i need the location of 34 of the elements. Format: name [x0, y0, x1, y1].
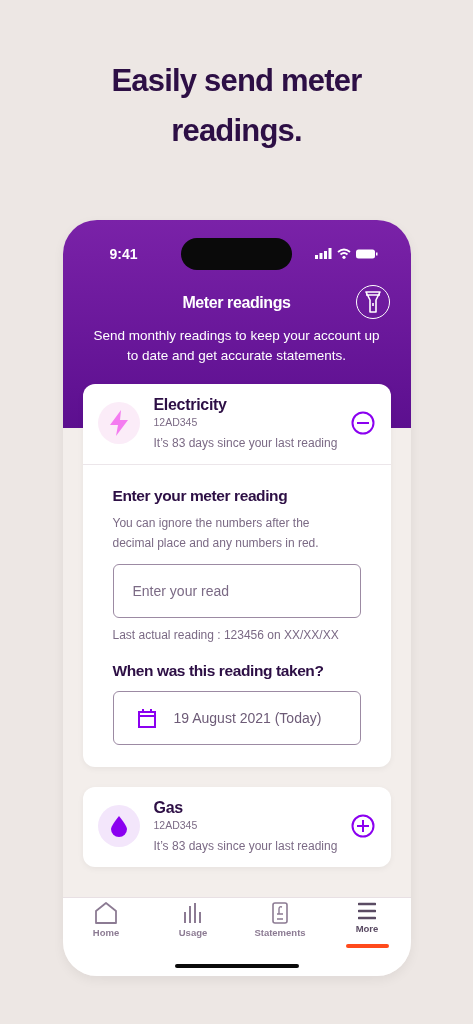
date-field[interactable]: 19 August 2021 (Today)	[112, 691, 361, 745]
last-reading-note: It’s 83 days since your last reading	[153, 436, 339, 450]
tab[interactable]: Statements	[236, 898, 324, 948]
meter-name: Gas	[153, 799, 184, 817]
wifi-icon	[336, 248, 351, 259]
bar-chart-icon	[183, 902, 203, 924]
torch-icon	[364, 291, 381, 313]
lightning-icon	[108, 410, 129, 436]
expand-button[interactable]	[350, 814, 375, 838]
headline: Easily send meter readings.	[110, 62, 363, 150]
menu-icon	[358, 902, 376, 920]
tab[interactable]: Home	[62, 898, 150, 948]
meter-id: 12AD345	[153, 819, 199, 831]
tab[interactable]: More	[323, 898, 411, 948]
battery-icon	[355, 248, 378, 259]
home-icon	[94, 902, 118, 924]
last-reading-text: Last actual reading : 123456 on XX/XX/XX	[112, 628, 340, 642]
screen-subtitle: Send monthly readings to keep your account up to date and get accurate statements.	[92, 327, 381, 365]
meter-id: 12AD345	[153, 416, 199, 428]
screen-title: Meter readings	[182, 294, 291, 312]
receipt-icon	[272, 902, 288, 924]
selected-indicator	[345, 944, 389, 948]
collapse-button[interactable]	[350, 411, 375, 435]
meter-name: Electricity	[153, 396, 228, 414]
drop-icon	[110, 815, 127, 837]
status-time: 9:41	[109, 246, 138, 262]
form-heading: Enter your meter reading	[112, 487, 289, 505]
tab[interactable]: Usage	[149, 898, 237, 948]
form-hint: You can ignore the numbers after the decimal place and any numbers in red.	[112, 515, 320, 552]
reading-input-field[interactable]: Enter your read	[112, 564, 361, 618]
date-heading: When was this reading taken?	[112, 662, 325, 680]
calendar-icon	[137, 708, 156, 728]
signal-icon	[314, 248, 332, 259]
last-reading-note: It’s 83 days since your last reading	[153, 839, 339, 853]
